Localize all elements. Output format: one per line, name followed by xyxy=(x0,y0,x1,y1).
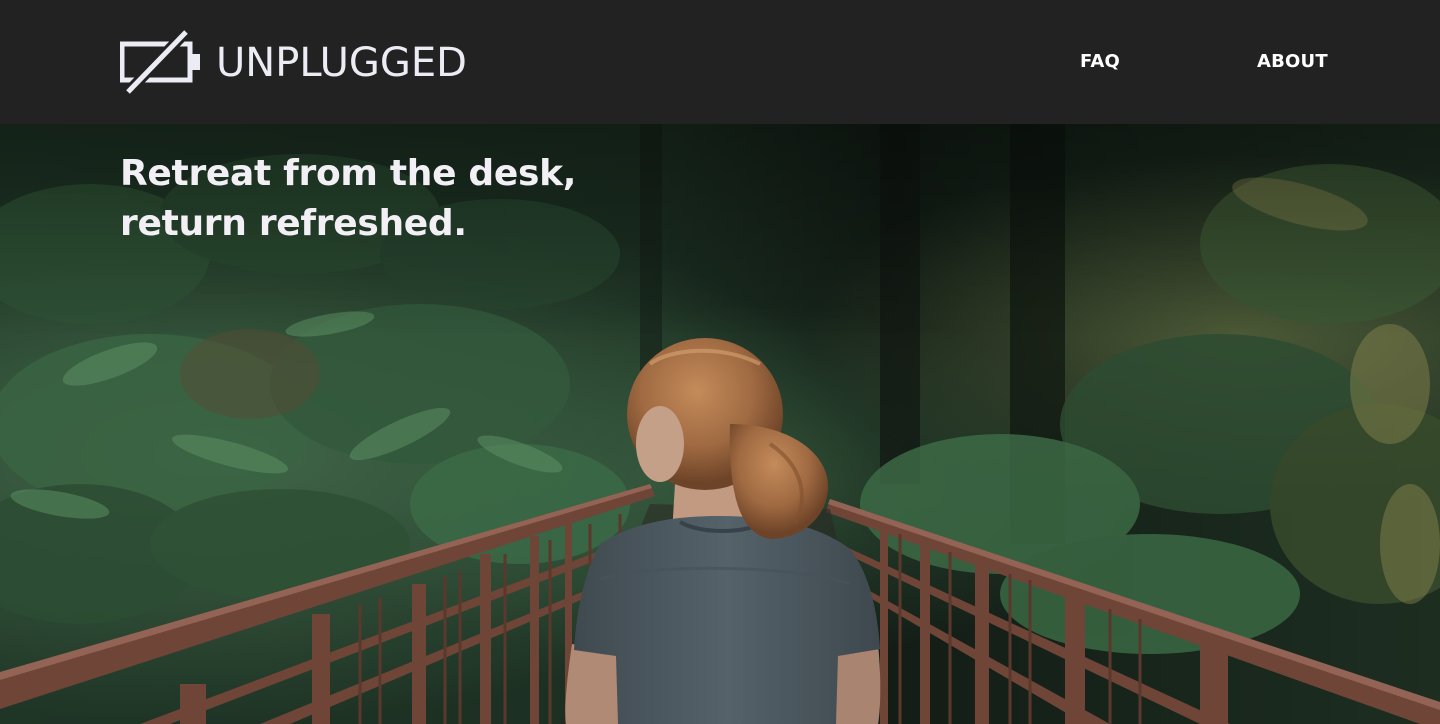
unplugged-battery-icon xyxy=(120,30,200,94)
logo-link[interactable]: UNPLUGGED xyxy=(120,30,467,94)
hero-section: Retreat from the desk, return refreshed. xyxy=(0,124,1440,724)
site-header: UNPLUGGED FAQ ABOUT xyxy=(0,0,1440,124)
brand-name: UNPLUGGED xyxy=(216,40,467,86)
hero-heading: Retreat from the desk, return refreshed. xyxy=(120,153,577,244)
nav-faq-link[interactable]: FAQ xyxy=(1080,50,1120,74)
nav-about-link[interactable]: ABOUT xyxy=(1257,50,1328,74)
